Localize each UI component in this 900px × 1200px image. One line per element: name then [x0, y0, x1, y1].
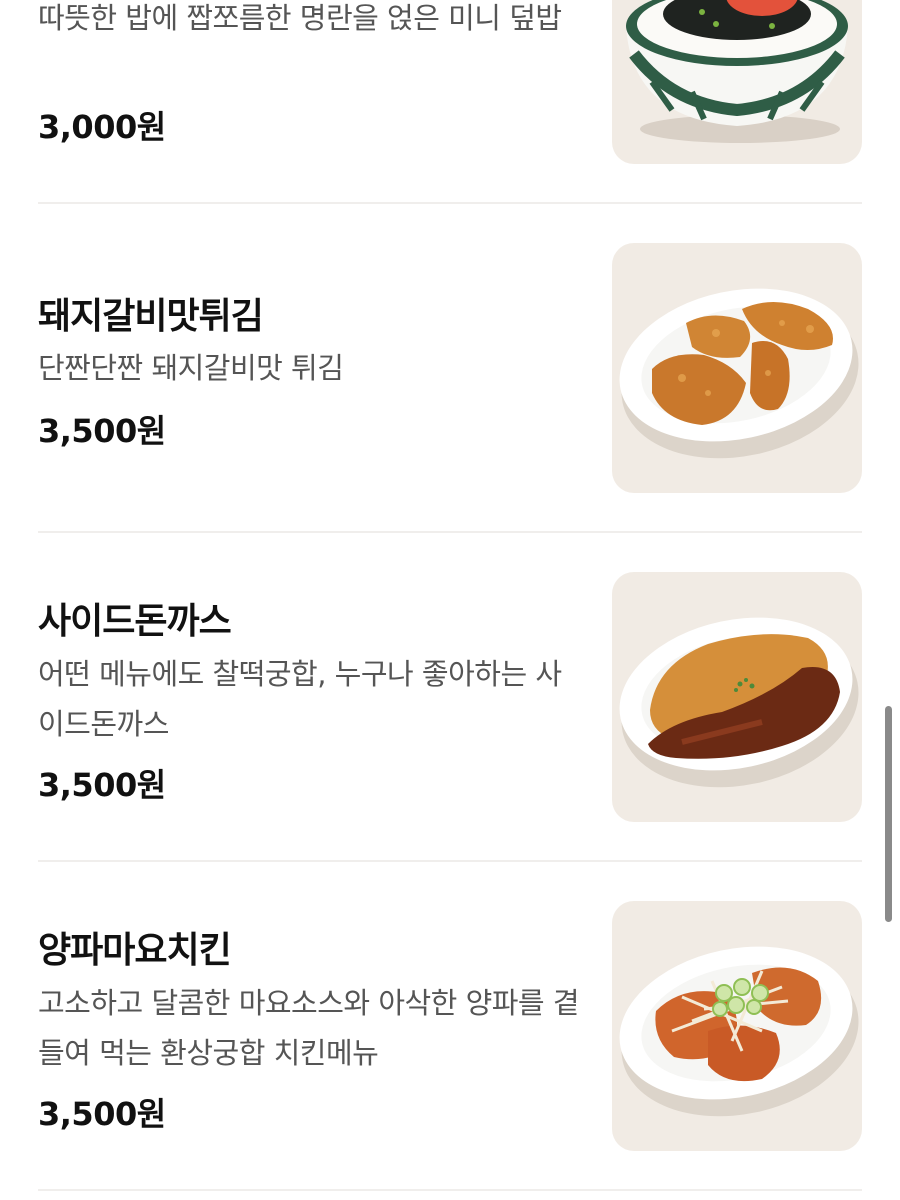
menu-item-pork-cutlet[interactable]: 사이드돈까스 어떤 메뉴에도 찰떡궁합, 누구나 좋아하는 사이드돈까스 3,5…	[38, 572, 862, 822]
menu-item-description: 어떤 메뉴에도 찰떡궁합, 누구나 좋아하는 사이드돈까스	[38, 657, 562, 741]
menu-item-description: 고소하고 달콤한 마요소스와 아삭한 양파를 곁들여 먹는 환상궁합 치킨메뉴	[38, 986, 580, 1070]
menu-item-price: 3,500원	[38, 412, 166, 450]
menu-item-name: 돼지갈비맛튀김	[38, 296, 264, 337]
menu-item-mentaiko-rice-bowl[interactable]: 따뜻한 밥에 짭쪼름한 명란을 얹은 미니 덮밥 3,000원	[38, 0, 862, 164]
scrollbar-thumb[interactable]	[885, 706, 892, 922]
menu-divider	[38, 202, 862, 204]
menu-divider	[38, 860, 862, 862]
menu-item-description: 단짠단짠 돼지갈비맛 튀김	[38, 351, 344, 385]
menu-item-fried-pork[interactable]: 돼지갈비맛튀김 단짠단짠 돼지갈비맛 튀김 3,500원	[38, 243, 862, 493]
pork-cutlet-plate-photo	[612, 572, 862, 822]
menu-divider	[38, 1189, 862, 1191]
menu-item-name: 양파마요치킨	[38, 930, 232, 971]
menu-item-price: 3,500원	[38, 1095, 166, 1133]
mentaiko-rice-bowl-photo	[612, 0, 862, 164]
menu-item-price: 3,500원	[38, 766, 166, 804]
fried-pork-plate-photo	[612, 243, 862, 493]
menu-divider	[38, 531, 862, 533]
menu-item-name: 사이드돈까스	[38, 601, 232, 642]
menu-list: 따뜻한 밥에 짭쪼름한 명란을 얹은 미니 덮밥 3,000원 돼지갈비맛튀김	[0, 0, 900, 1200]
onion-mayo-chicken-plate-photo	[612, 901, 862, 1151]
menu-item-price: 3,000원	[38, 108, 166, 146]
menu-item-onion-mayo-chicken[interactable]: 양파마요치킨 고소하고 달콤한 마요소스와 아삭한 양파를 곁들여 먹는 환상궁…	[38, 901, 862, 1151]
menu-item-description: 따뜻한 밥에 짭쪼름한 명란을 얹은 미니 덮밥	[38, 1, 562, 35]
